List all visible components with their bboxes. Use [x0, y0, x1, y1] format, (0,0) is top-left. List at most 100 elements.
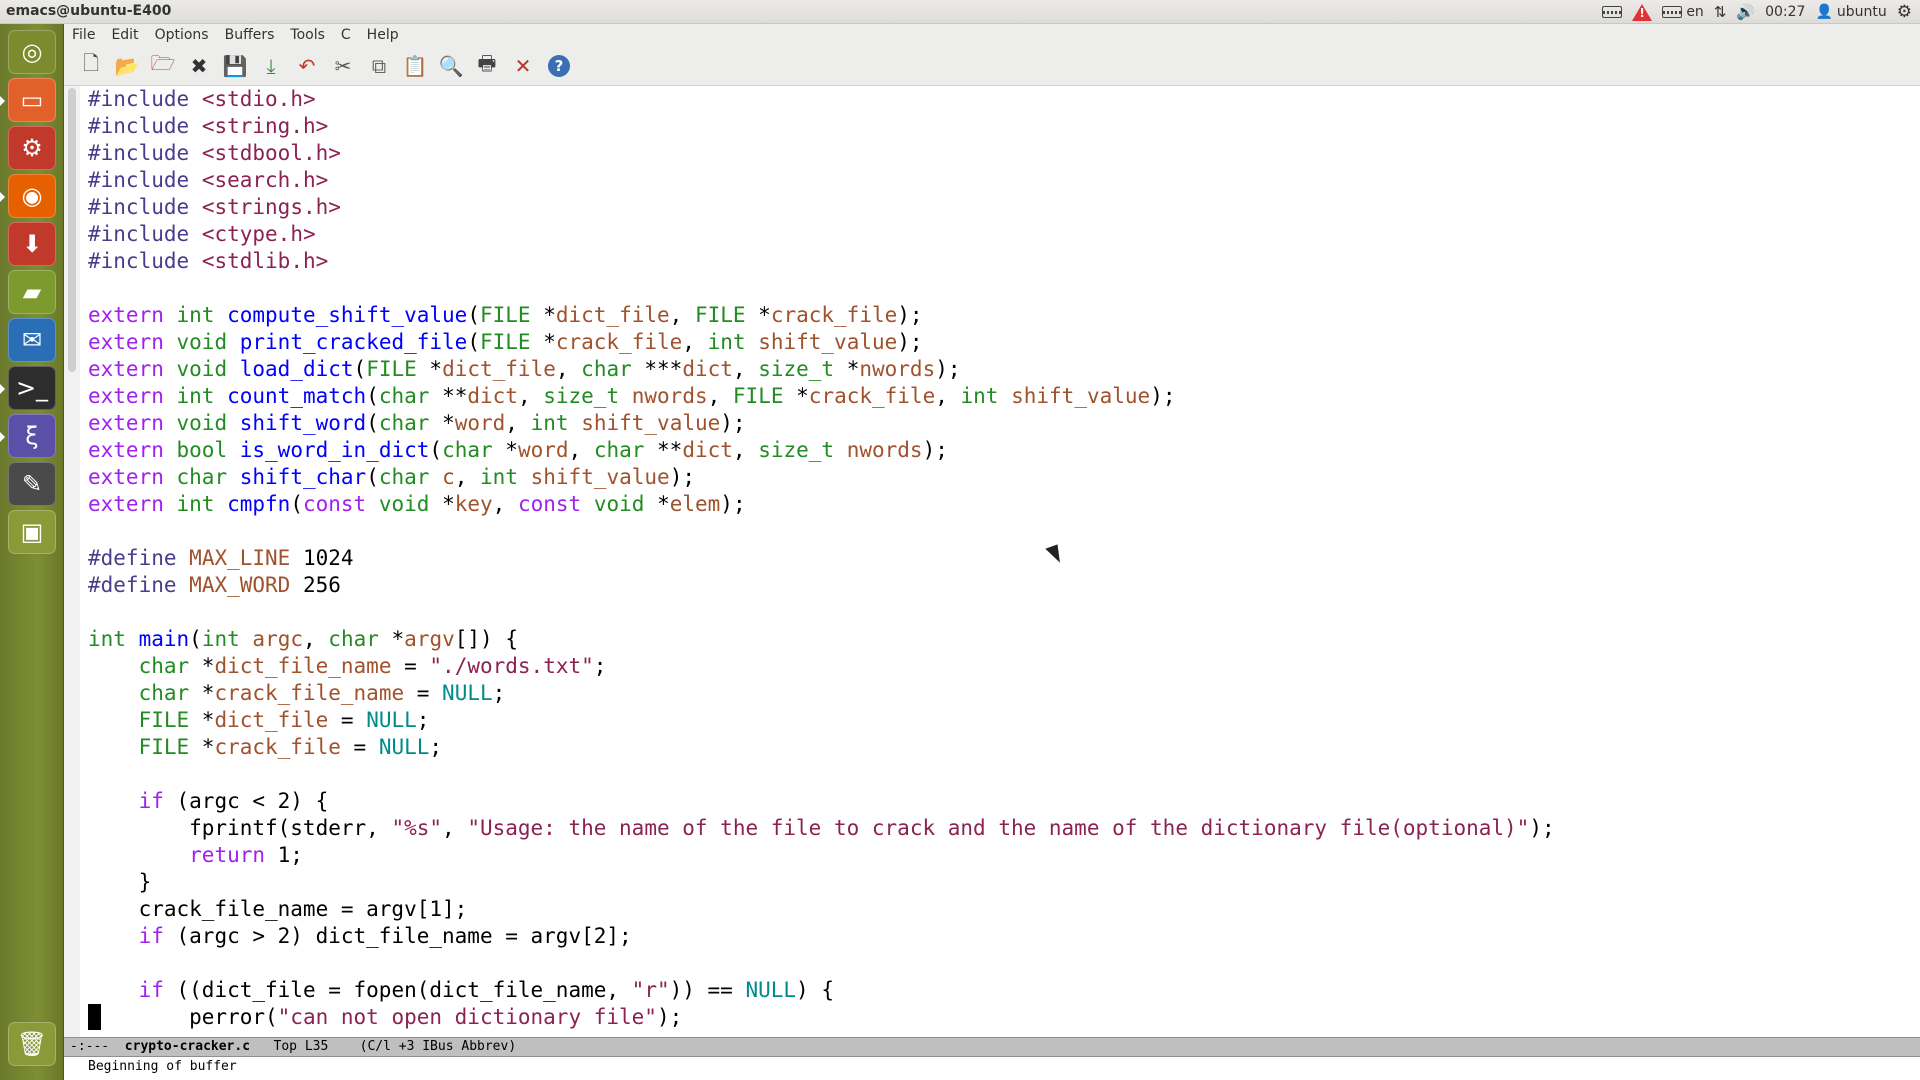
help-icon: ? — [548, 55, 570, 77]
save-button[interactable]: 💾 — [222, 54, 248, 78]
launcher-files[interactable]: ▭ — [8, 78, 56, 122]
code-line[interactable]: extern void shift_word(char *word, int s… — [88, 410, 1908, 437]
code-line[interactable]: fprintf(stderr, "%s", "Usage: the name o… — [88, 815, 1908, 842]
code-line[interactable]: #define MAX_LINE 1024 — [88, 545, 1908, 572]
open-folder-button[interactable]: 📂 — [114, 54, 140, 78]
code-line[interactable]: #define MAX_WORD 256 — [88, 572, 1908, 599]
cut-button[interactable]: ✂ — [330, 54, 356, 78]
menu-edit[interactable]: Edit — [103, 27, 146, 43]
keyboard-layout-icon — [1662, 6, 1683, 18]
volume-icon[interactable]: 🔊 — [1736, 3, 1755, 21]
code-line[interactable]: ​ — [88, 761, 1908, 788]
text-editor-icon: ✎ — [21, 470, 43, 498]
modeline-prefix: -:--- — [70, 1039, 125, 1054]
save-icon: 💾 — [222, 54, 248, 78]
code-line[interactable]: #include <search.h> — [88, 167, 1908, 194]
menu-file[interactable]: File — [64, 27, 103, 43]
launcher-firefox[interactable]: ◉ — [8, 174, 56, 218]
user-menu[interactable]: 👤 ubuntu — [1815, 4, 1886, 20]
toolbar: 🗋 📂 🗁 ✖ 💾 ⤓ ↶ ✂ ⧉ 📋 🔍 🖶 ✕? — [64, 46, 1920, 86]
launcher-emacs[interactable]: ξ — [8, 414, 56, 458]
code-editor[interactable]: #include <stdio.h> #include <string.h> #in… — [88, 86, 1908, 1044]
code-line[interactable]: ​ — [88, 275, 1908, 302]
menu-c[interactable]: C — [333, 27, 359, 43]
launcher-terminal[interactable]: >_ — [8, 366, 56, 410]
buffer-name[interactable]: crypto-cracker.c — [125, 1039, 250, 1054]
menu-help[interactable]: Help — [359, 27, 407, 43]
workspace-icon: ▣ — [20, 518, 44, 546]
code-line[interactable]: if (argc < 2) { — [88, 788, 1908, 815]
launcher-workspace-switcher[interactable]: ▣ — [8, 510, 56, 554]
code-line[interactable]: extern void load_dict(FILE *dict_file, c… — [88, 356, 1908, 383]
user-name: ubuntu — [1836, 4, 1887, 20]
launcher-system-settings[interactable]: ⚙ — [8, 126, 56, 170]
launcher-app-green[interactable]: ▰ — [8, 270, 56, 314]
preferences-icon: ✕ — [514, 54, 532, 78]
code-line[interactable]: extern int count_match(char **dict, size… — [88, 383, 1908, 410]
clock[interactable]: 00:27 — [1765, 4, 1805, 20]
code-line[interactable]: extern char shift_char(char c, int shift… — [88, 464, 1908, 491]
menu-buffers[interactable]: Buffers — [217, 27, 283, 43]
code-line[interactable]: ​ — [88, 518, 1908, 545]
code-line[interactable]: FILE *dict_file = NULL; — [88, 707, 1908, 734]
paste-button[interactable]: 📋 — [402, 54, 428, 78]
launcher-dash-home[interactable]: ◎ — [8, 30, 56, 74]
vertical-scrollbar[interactable] — [68, 88, 76, 372]
undo-button[interactable]: ↶ — [294, 54, 320, 78]
code-line[interactable]: #include <string.h> — [88, 113, 1908, 140]
thunderbird-icon: ✉ — [21, 326, 43, 354]
code-line[interactable]: if (argc > 2) dict_file_name = argv[2]; — [88, 923, 1908, 950]
running-indicator — [0, 192, 5, 202]
warning-indicator[interactable] — [1632, 3, 1653, 21]
menu-bar: File Edit Options Buffers Tools C Help — [64, 24, 1920, 46]
close-button[interactable]: ✖ — [186, 54, 212, 78]
cut-icon: ✂ — [334, 54, 352, 78]
launcher-text-editor[interactable]: ✎ — [8, 462, 56, 506]
code-line[interactable]: extern bool is_word_in_dict(char *word, … — [88, 437, 1908, 464]
code-line[interactable]: ​ — [88, 950, 1908, 977]
code-line[interactable]: #include <stdbool.h> — [88, 140, 1908, 167]
code-line[interactable]: char *dict_file_name = "./words.txt"; — [88, 653, 1908, 680]
launcher-thunderbird[interactable]: ✉ — [8, 318, 56, 362]
code-line[interactable]: int main(int argc, char *argv[]) { — [88, 626, 1908, 653]
session-gear-icon[interactable]: ⚙ — [1897, 2, 1912, 22]
copy-icon: ⧉ — [371, 54, 387, 78]
code-line[interactable]: char *crack_file_name = NULL; — [88, 680, 1908, 707]
code-line[interactable]: if ((dict_file = fopen(dict_file_name, "… — [88, 977, 1908, 1004]
code-line[interactable]: return 1; — [88, 842, 1908, 869]
buffer-position: Top L35 — [250, 1039, 329, 1054]
code-line[interactable]: perror("can not open dictionary file"); — [88, 1004, 1908, 1031]
major-mode[interactable]: (C/l +3 IBus Abbrev) — [328, 1039, 517, 1054]
menu-tools[interactable]: Tools — [282, 27, 333, 43]
code-line[interactable]: extern int cmpfn(const void *key, const … — [88, 491, 1908, 518]
keyboard-indicator[interactable] — [1602, 6, 1623, 18]
paste-icon: 📋 — [402, 54, 428, 78]
code-line[interactable]: #include <strings.h> — [88, 194, 1908, 221]
code-line[interactable]: #include <stdlib.h> — [88, 248, 1908, 275]
code-line[interactable]: FILE *crack_file = NULL; — [88, 734, 1908, 761]
network-icon[interactable]: ⇅ — [1714, 3, 1727, 21]
print-button[interactable]: 🖶 — [474, 51, 500, 78]
help-button[interactable]: ? — [546, 54, 572, 78]
code-line[interactable]: #include <stdio.h> — [88, 86, 1908, 113]
code-line[interactable]: ​ — [88, 599, 1908, 626]
open-dired-button[interactable]: 🗁 — [150, 51, 176, 78]
launcher-software-center[interactable]: ⬇ — [8, 222, 56, 266]
code-line[interactable]: extern void print_cracked_file(FILE *cra… — [88, 329, 1908, 356]
copy-button[interactable]: ⧉ — [366, 54, 392, 78]
close-icon: ✖ — [190, 54, 208, 78]
preferences-button[interactable]: ✕ — [510, 54, 536, 78]
code-line[interactable]: } — [88, 869, 1908, 896]
running-indicator — [0, 432, 5, 442]
save-as-button[interactable]: ⤓ — [258, 54, 284, 78]
menu-options[interactable]: Options — [147, 27, 217, 43]
code-line[interactable]: #include <ctype.h> — [88, 221, 1908, 248]
book-icon: ▰ — [22, 278, 42, 306]
launcher: ◎ ▭ ⚙ ◉ ⬇ ▰ ✉ >_ ξ ✎ ▣ 🗑 — [0, 24, 64, 1080]
code-line[interactable]: extern int compute_shift_value(FILE *dic… — [88, 302, 1908, 329]
new-file-button[interactable]: 🗋 — [78, 51, 104, 78]
launcher-trash[interactable]: 🗑 — [8, 1022, 56, 1066]
search-button[interactable]: 🔍 — [438, 54, 464, 78]
language-indicator[interactable]: en — [1662, 4, 1704, 20]
code-line[interactable]: crack_file_name = argv[1]; — [88, 896, 1908, 923]
